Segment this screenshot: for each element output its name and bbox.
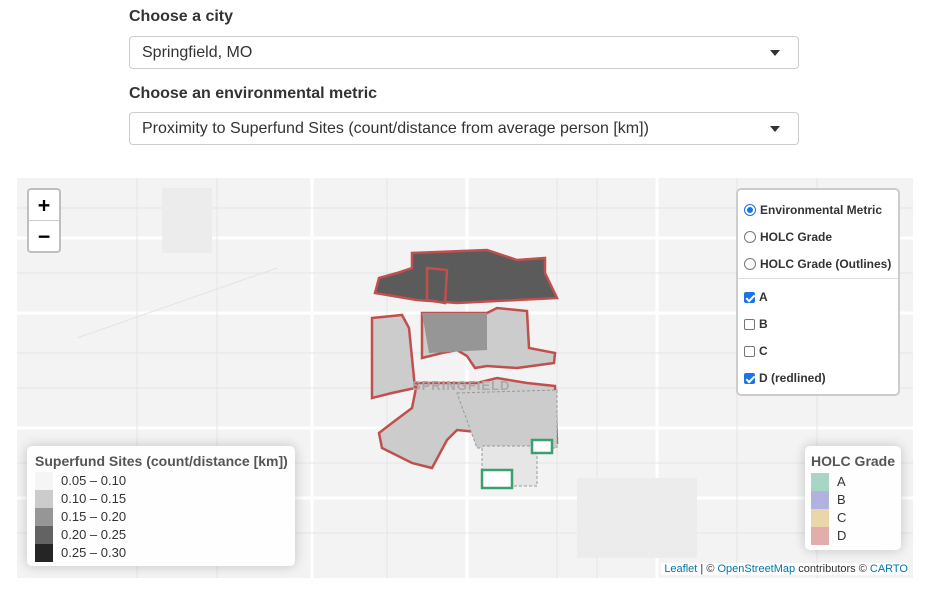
layer-radio-label: HOLC Grade [760, 230, 833, 244]
layer-radio-label: Environmental Metric [760, 203, 883, 217]
checkbox-icon[interactable] [744, 346, 755, 357]
metric-select[interactable]: Proximity to Superfund Sites (count/dist… [129, 112, 799, 145]
layer-checkbox-label: C [759, 344, 768, 358]
radio-checked-icon[interactable] [744, 204, 756, 216]
legend-item: C [811, 509, 846, 527]
map-city-label: SPRINGFIELD [412, 378, 510, 393]
zoom-in-button[interactable]: + [29, 190, 59, 220]
layer-radio-label: HOLC Grade (Outlines) [760, 257, 892, 271]
checkbox-checked-icon[interactable] [744, 373, 755, 384]
zoom-out-button[interactable]: − [29, 220, 59, 251]
legend-label: 0.10 – 0.15 [61, 491, 127, 506]
city-select-value: Springfield, MO [142, 44, 253, 61]
legend-item: A [811, 473, 846, 491]
layer-control: Environmental Metric HOLC Grade HOLC Gra… [736, 188, 900, 396]
holc-legend: HOLC Grade A B C D [805, 446, 901, 550]
chevron-down-icon [770, 126, 780, 132]
radio-icon[interactable] [744, 231, 756, 243]
legend-item: B [811, 491, 846, 509]
layer-checkbox-d[interactable]: D (redlined) [744, 369, 826, 387]
layer-checkbox-b[interactable]: B [744, 315, 768, 333]
zoom-control: + − [27, 188, 61, 253]
layer-radio-holc-grade[interactable]: HOLC Grade [744, 228, 832, 246]
city-label: Choose a city [129, 8, 234, 25]
legend-item: 0.25 – 0.30 [35, 544, 126, 562]
attribution-text: contributors © [795, 563, 870, 575]
layer-checkbox-label: B [759, 317, 768, 331]
legend-label: 0.05 – 0.10 [61, 473, 127, 488]
layer-checkbox-a[interactable]: A [744, 288, 768, 306]
legend-swatch [811, 527, 829, 545]
map-attribution: Leaflet | © OpenStreetMap contributors ©… [661, 563, 908, 575]
layer-radio-environmental-metric[interactable]: Environmental Metric [744, 201, 882, 219]
map[interactable]: SPRINGFIELD + − Environmental Metric HOL… [17, 178, 913, 578]
legend-item: 0.10 – 0.15 [35, 490, 126, 508]
metric-label: Choose an environmental metric [129, 85, 378, 102]
layer-checkbox-label: A [759, 290, 768, 304]
legend-swatch [35, 490, 53, 508]
legend-item: 0.05 – 0.10 [35, 472, 126, 490]
checkbox-icon[interactable] [744, 319, 755, 330]
legend-label: B [837, 492, 846, 507]
legend-item: 0.15 – 0.20 [35, 508, 126, 526]
chevron-down-icon [770, 50, 780, 56]
legend-swatch [811, 491, 829, 509]
legend-label: 0.20 – 0.25 [61, 527, 127, 542]
legend-swatch [35, 544, 53, 562]
legend-item: 0.20 – 0.25 [35, 526, 126, 544]
legend-label: 0.25 – 0.30 [61, 545, 127, 560]
layer-checkbox-label: D (redlined) [759, 371, 826, 385]
layer-checkbox-c[interactable]: C [744, 342, 768, 360]
legend-swatch [35, 526, 53, 544]
osm-link[interactable]: OpenStreetMap [717, 563, 795, 575]
radio-icon[interactable] [744, 258, 756, 270]
layer-radio-holc-outlines[interactable]: HOLC Grade (Outlines) [744, 255, 891, 273]
layer-separator [738, 278, 898, 279]
legend-swatch [811, 473, 829, 491]
checkbox-checked-icon[interactable] [744, 292, 755, 303]
legend-label: A [837, 474, 846, 489]
attribution-text: | © [697, 563, 718, 575]
legend-swatch [35, 508, 53, 526]
carto-link[interactable]: CARTO [870, 563, 908, 575]
legend-swatch [811, 509, 829, 527]
holc-legend-title: HOLC Grade [811, 453, 896, 469]
city-select[interactable]: Springfield, MO [129, 36, 799, 69]
legend-label: D [837, 528, 847, 543]
metric-select-value: Proximity to Superfund Sites (count/dist… [142, 120, 649, 137]
legend-swatch [35, 472, 53, 490]
leaflet-link[interactable]: Leaflet [664, 563, 697, 575]
legend-item: D [811, 527, 846, 545]
legend-label: C [837, 510, 847, 525]
metric-legend-title: Superfund Sites (count/distance [km]) [35, 453, 288, 469]
legend-label: 0.15 – 0.20 [61, 509, 127, 524]
metric-legend: Superfund Sites (count/distance [km]) 0.… [27, 446, 295, 566]
